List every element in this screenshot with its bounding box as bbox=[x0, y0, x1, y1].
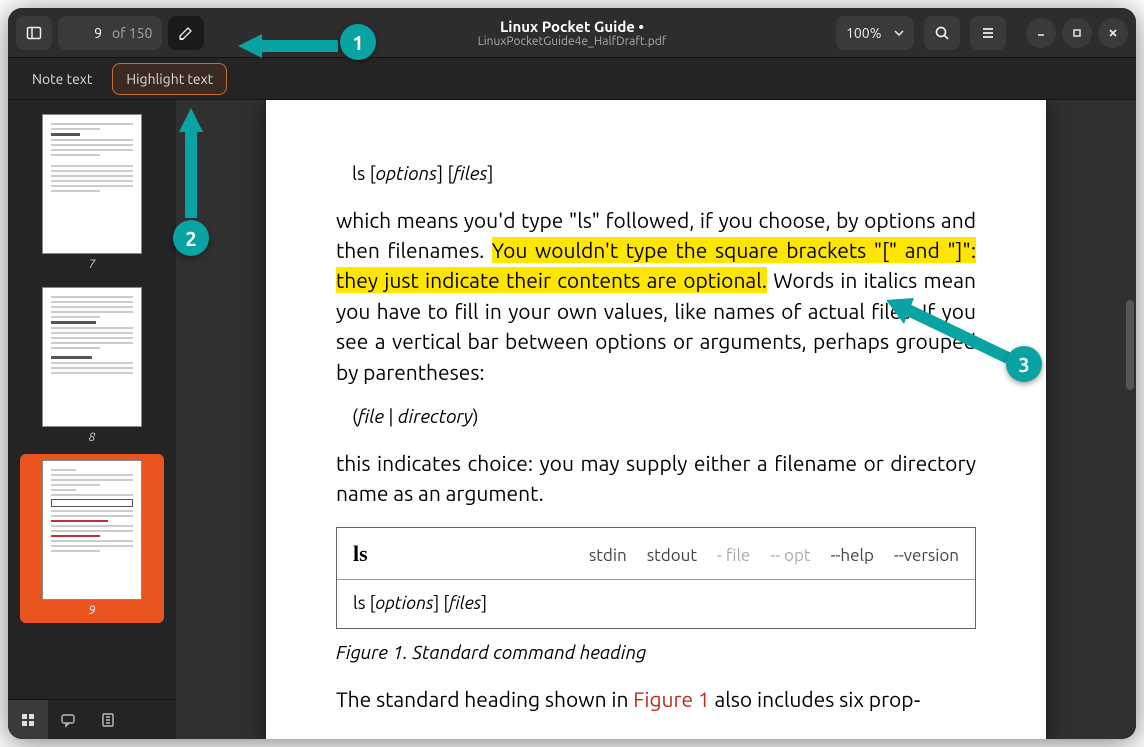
thumbnail-label: 7 bbox=[89, 258, 96, 271]
callout-1: 1 bbox=[340, 24, 376, 60]
page-count-label: of 150 bbox=[108, 16, 162, 50]
arrow-icon bbox=[238, 32, 342, 62]
figure-flag: --version bbox=[894, 544, 959, 569]
thumbnail-label: 9 bbox=[89, 604, 96, 617]
figure-usage: ls [options] [files] bbox=[337, 580, 975, 627]
figure-link[interactable]: Figure 1 bbox=[633, 687, 709, 711]
arrow-icon bbox=[176, 108, 206, 222]
sidebar-view-outline[interactable] bbox=[88, 700, 128, 739]
paragraph: this indicates choice: you may supply ei… bbox=[336, 448, 976, 509]
thumbnails-icon bbox=[20, 712, 36, 728]
annotations-icon bbox=[60, 712, 76, 728]
pencil-icon bbox=[178, 25, 194, 41]
window-maximize-button[interactable] bbox=[1062, 18, 1092, 48]
main-menu-button[interactable] bbox=[970, 16, 1006, 50]
figure-flag: --help bbox=[831, 544, 874, 569]
arrow-icon bbox=[884, 298, 1014, 364]
window-minimize-button[interactable] bbox=[1026, 18, 1056, 48]
figure-box: ls stdin stdout - file -- opt --help --v… bbox=[336, 527, 976, 629]
document-viewer[interactable]: ls [options] [files] which means you'd t… bbox=[176, 100, 1136, 739]
annotation-toolbar: Note text Highlight text bbox=[8, 58, 1136, 100]
sidebar: 7 8 bbox=[8, 100, 176, 739]
zoom-level-label: 100% bbox=[846, 25, 881, 41]
close-icon bbox=[1107, 27, 1119, 39]
figure-flag: - file bbox=[717, 544, 750, 569]
figure-flag: -- opt bbox=[770, 544, 810, 569]
paragraph: which means you'd type "ls" followed, if… bbox=[336, 205, 976, 388]
figure-flag: stdin bbox=[589, 544, 627, 569]
paragraph: The standard heading shown in Figure 1 a… bbox=[336, 684, 976, 714]
page-number-input[interactable] bbox=[58, 16, 108, 50]
chevron-down-icon bbox=[894, 28, 904, 38]
thumbnail-label: 8 bbox=[89, 431, 96, 444]
search-button[interactable] bbox=[924, 16, 960, 50]
minimize-icon bbox=[1035, 27, 1047, 39]
highlight-text-button[interactable]: Highlight text bbox=[112, 63, 227, 95]
note-text-button[interactable]: Note text bbox=[18, 63, 106, 95]
figure-caption: Figure 1. Standard command heading bbox=[336, 639, 976, 667]
search-icon bbox=[934, 25, 950, 41]
sidebar-icon bbox=[26, 25, 42, 41]
window-close-button[interactable] bbox=[1098, 18, 1128, 48]
callout-3: 3 bbox=[1006, 346, 1042, 382]
header-bar: of 150 Linux Pocket Guide • LinuxPocketG… bbox=[8, 8, 1136, 58]
thumbnail-page-8[interactable]: 8 bbox=[20, 281, 164, 450]
outline-icon bbox=[100, 712, 116, 728]
code-line: (file | directory) bbox=[352, 403, 976, 432]
thumbnail-page-9[interactable]: 9 bbox=[20, 454, 164, 623]
callout-2: 2 bbox=[173, 220, 209, 256]
page-content: ls [options] [files] which means you'd t… bbox=[266, 100, 1046, 739]
sidebar-view-thumbnails[interactable] bbox=[8, 700, 48, 739]
figure-flag: stdout bbox=[647, 544, 697, 569]
figure-command-name: ls bbox=[353, 538, 368, 570]
thumbnail-page-7[interactable]: 7 bbox=[20, 108, 164, 277]
sidebar-view-annotations[interactable] bbox=[48, 700, 88, 739]
annotate-button[interactable] bbox=[168, 16, 204, 50]
code-line: ls [options] [files] bbox=[352, 160, 976, 189]
zoom-menu-button[interactable]: 100% bbox=[836, 16, 914, 50]
maximize-icon bbox=[1071, 27, 1083, 39]
toggle-sidebar-button[interactable] bbox=[16, 16, 52, 50]
vertical-scrollbar[interactable] bbox=[1126, 300, 1134, 390]
hamburger-icon bbox=[980, 25, 996, 41]
